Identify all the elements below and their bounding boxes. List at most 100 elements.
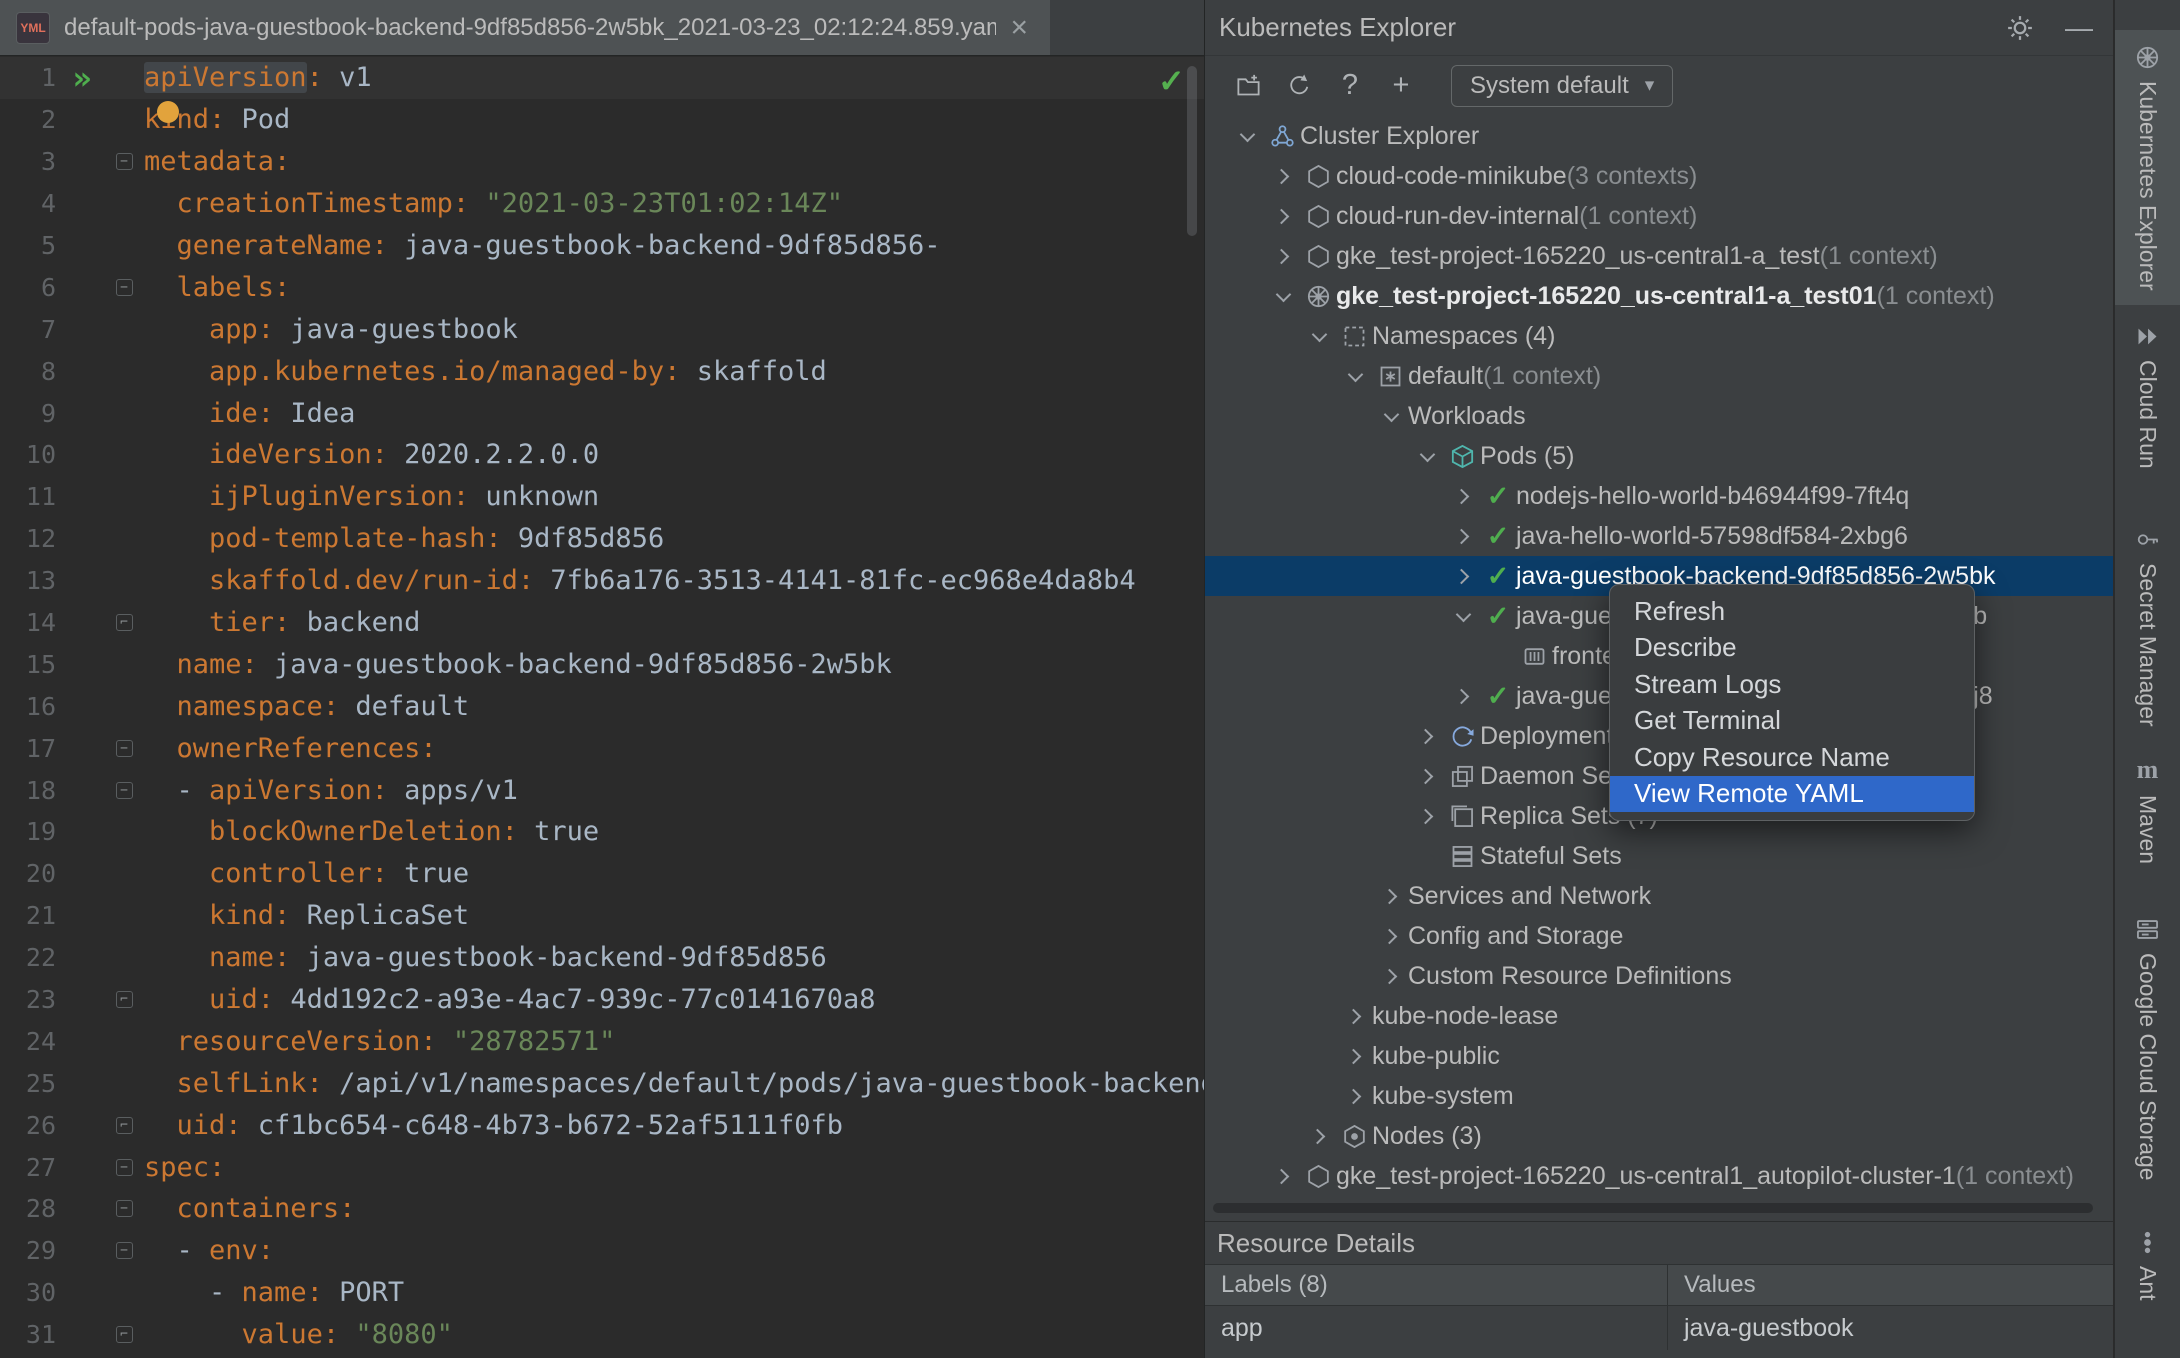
editor-line[interactable]: 18 − - apiVersion: apps/v1 — [0, 769, 1204, 811]
editor-line[interactable]: 16 namespace: default — [0, 685, 1204, 727]
details-row[interactable]: app java-guestbook — [1205, 1306, 2113, 1350]
editor-line[interactable]: 11 ijPluginVersion: unknown — [0, 476, 1204, 518]
chevron-right-icon[interactable] — [1410, 808, 1444, 824]
line-number[interactable]: 8 — [0, 357, 56, 386]
line-number[interactable]: 7 — [0, 315, 56, 344]
tool-stripe-google-cloud-storage[interactable]: Google Cloud Storage — [2115, 902, 2180, 1195]
tree-row-custom-resource-definitions[interactable]: Custom Resource Definitions — [1205, 956, 2113, 996]
menu-item-copy-resource-name[interactable]: Copy Resource Name — [1610, 739, 1974, 776]
menu-item-describe[interactable]: Describe — [1610, 630, 1974, 667]
editor-line[interactable]: 28 − containers: — [0, 1188, 1204, 1230]
tree-row-pods-5-[interactable]: Pods (5) — [1205, 436, 2113, 476]
editor-line[interactable]: 8 app.kubernetes.io/managed-by: skaffold — [0, 350, 1204, 392]
chevron-right-icon[interactable] — [1410, 768, 1444, 784]
fold-start-icon[interactable]: − — [115, 1242, 133, 1260]
tree-row-nodejs-hello-world-b46944f99-7ft4q[interactable]: ✓ nodejs-hello-world-b46944f99-7ft4q — [1205, 476, 2113, 516]
chevron-down-icon[interactable] — [1338, 366, 1372, 382]
line-number[interactable]: 6 — [0, 273, 56, 302]
tool-stripe-kubernetes-explorer[interactable]: Kubernetes Explorer — [2115, 30, 2180, 305]
chevron-right-icon[interactable] — [1446, 688, 1480, 704]
editor-line[interactable]: 6 − labels: — [0, 266, 1204, 308]
editor[interactable]: 1» apiVersion: v1 2 kind: Pod 3− metadata: 4 c… — [0, 57, 1204, 1358]
editor-line[interactable]: 9 ide: Idea — [0, 392, 1204, 434]
line-number[interactable]: 15 — [0, 650, 56, 679]
line-number[interactable]: 23 — [0, 985, 56, 1014]
chevron-right-icon[interactable] — [1410, 728, 1444, 744]
editor-line[interactable]: 29 − - env: — [0, 1230, 1204, 1272]
chevron-right-icon[interactable] — [1266, 1168, 1300, 1184]
fold-end-icon[interactable]: ⌐ — [115, 1326, 133, 1344]
editor-line[interactable]: 22 name: java-guestbook-backend-9df85d85… — [0, 937, 1204, 979]
chevron-down-icon[interactable] — [1266, 286, 1300, 302]
line-number[interactable]: 18 — [0, 776, 56, 805]
menu-item-stream-logs[interactable]: Stream Logs — [1610, 666, 1974, 703]
tree-row-java-hello-world-57598df584-2xbg6[interactable]: ✓ java-hello-world-57598df584-2xbg6 — [1205, 516, 2113, 556]
editor-line[interactable]: 5 generateName: java-guestbook-backend-9… — [0, 225, 1204, 267]
line-number[interactable]: 10 — [0, 440, 56, 469]
tree-horizontal-scrollbar[interactable] — [1213, 1203, 2093, 1213]
menu-item-get-terminal[interactable]: Get Terminal — [1610, 703, 1974, 740]
plus-icon[interactable]: + — [1384, 69, 1418, 103]
fold-start-icon[interactable]: − — [115, 781, 133, 799]
line-number[interactable]: 25 — [0, 1069, 56, 1098]
editor-line[interactable]: 19 blockOwnerDeletion: true — [0, 811, 1204, 853]
tree-row-cloud-run-dev-internal[interactable]: cloud-run-dev-internal (1 context) — [1205, 196, 2113, 236]
tree-row-default[interactable]: default (1 context) — [1205, 356, 2113, 396]
fold-end-icon[interactable]: ⌐ — [115, 991, 133, 1009]
line-number[interactable]: 13 — [0, 566, 56, 595]
tree-row-stateful-sets[interactable]: Stateful Sets — [1205, 836, 2113, 876]
chevron-right-icon[interactable] — [1374, 968, 1408, 984]
chevron-down-icon[interactable] — [1374, 406, 1408, 422]
editor-line[interactable]: 24 resourceVersion: "28782571" — [0, 1020, 1204, 1062]
line-number[interactable]: 17 — [0, 734, 56, 763]
tree-row-kube-system[interactable]: kube-system — [1205, 1076, 2113, 1116]
tool-stripe-secret-manager[interactable]: Secret Manager — [2115, 512, 2180, 741]
line-number[interactable]: 20 — [0, 859, 56, 888]
editor-line[interactable]: 15 name: java-guestbook-backend-9df85d85… — [0, 643, 1204, 685]
editor-line[interactable]: 27 − spec: — [0, 1146, 1204, 1188]
editor-line[interactable]: 31 ⌐ value: "8080" — [0, 1314, 1204, 1356]
run-gutter-icon[interactable]: » — [72, 59, 91, 97]
editor-line[interactable]: 1 » apiVersion: v1 — [0, 57, 1204, 99]
line-number[interactable]: 12 — [0, 524, 56, 553]
editor-line[interactable]: 10 ideVersion: 2020.2.2.0.0 — [0, 434, 1204, 476]
line-number[interactable]: 30 — [0, 1278, 56, 1307]
chevron-down-icon[interactable] — [1230, 126, 1264, 142]
editor-tab[interactable]: YML default-pods-java-guestbook-backend-… — [0, 0, 1050, 55]
line-number[interactable]: 31 — [0, 1320, 56, 1349]
chevron-right-icon[interactable] — [1338, 1048, 1372, 1064]
settings-gear-icon[interactable] — [2005, 13, 2035, 43]
fold-start-icon[interactable]: − — [115, 153, 133, 171]
refresh-icon[interactable] — [1282, 69, 1316, 103]
tree-row-cloud-code-minikube[interactable]: cloud-code-minikube (3 contexts) — [1205, 156, 2113, 196]
fold-start-icon[interactable]: − — [115, 1158, 133, 1176]
menu-item-refresh[interactable]: Refresh — [1610, 593, 1974, 630]
chevron-right-icon[interactable] — [1338, 1088, 1372, 1104]
line-number[interactable]: 16 — [0, 692, 56, 721]
tree-row-gke-test-project-165220-us-central1-a-test01[interactable]: gke_test-project-165220_us-central1-a_te… — [1205, 276, 2113, 316]
menu-item-view-remote-yaml[interactable]: View Remote YAML — [1610, 775, 1974, 812]
chevron-down-icon[interactable] — [1410, 446, 1444, 462]
fold-start-icon[interactable]: − — [115, 739, 133, 757]
editor-line[interactable]: 2 kind: Pod — [0, 99, 1204, 141]
editor-line[interactable]: 3 − metadata: — [0, 141, 1204, 183]
fold-end-icon[interactable]: ⌐ — [115, 614, 133, 632]
fold-end-icon[interactable]: ⌐ — [115, 1116, 133, 1134]
tree-row-kube-public[interactable]: kube-public — [1205, 1036, 2113, 1076]
editor-line[interactable]: 20 controller: true — [0, 853, 1204, 895]
line-number[interactable]: 4 — [0, 189, 56, 218]
details-column-values[interactable]: Values — [1668, 1265, 2113, 1305]
chevron-right-icon[interactable] — [1266, 248, 1300, 264]
editor-line[interactable]: 30 - name: PORT — [0, 1272, 1204, 1314]
chevron-right-icon[interactable] — [1446, 528, 1480, 544]
line-number[interactable]: 5 — [0, 231, 56, 260]
fold-start-icon[interactable]: − — [115, 1200, 133, 1218]
tree-row-services-and-network[interactable]: Services and Network — [1205, 876, 2113, 916]
chevron-down-icon[interactable] — [1446, 606, 1480, 622]
tab-close-icon[interactable]: × — [1010, 12, 1028, 43]
tree-row-kube-node-lease[interactable]: kube-node-lease — [1205, 996, 2113, 1036]
editor-line[interactable]: 14 ⌐ tier: backend — [0, 602, 1204, 644]
editor-line[interactable]: 23 ⌐ uid: 4dd192c2-a93e-4ac7-939c-77c0141… — [0, 979, 1204, 1021]
tree-row-nodes-3-[interactable]: Nodes (3) — [1205, 1116, 2113, 1156]
line-number[interactable]: 2 — [0, 105, 56, 134]
